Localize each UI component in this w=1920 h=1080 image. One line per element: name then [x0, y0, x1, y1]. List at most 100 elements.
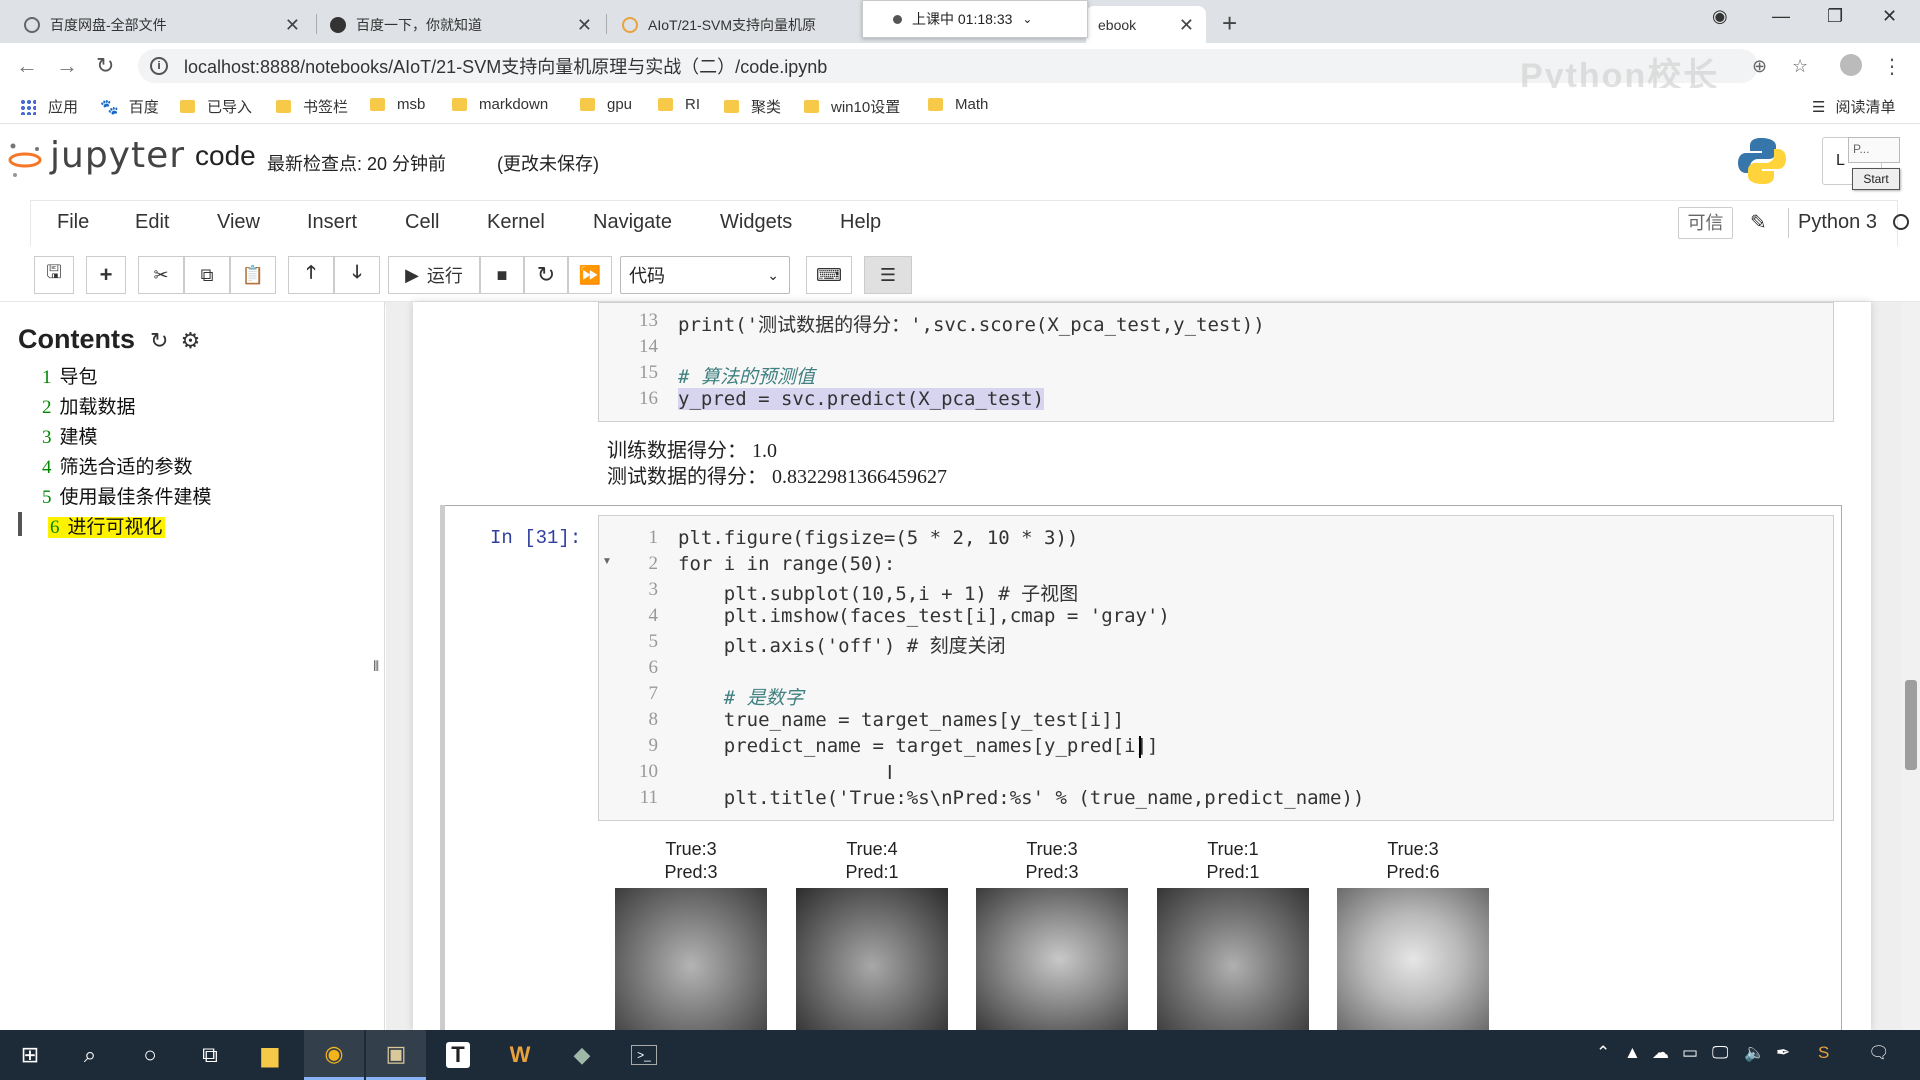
fold-arrow-icon[interactable]: ▼	[602, 556, 612, 567]
image-app-icon[interactable]: ▣	[366, 1030, 426, 1080]
run-button[interactable]: ▶ 运行	[388, 256, 480, 294]
start-button[interactable]: Start	[1852, 168, 1900, 190]
code-line-selected[interactable]: y_pred = svc.predict(X_pca_test)	[678, 388, 1045, 410]
tab-baidu[interactable]: 百度一下，你就知道 ✕	[318, 6, 604, 43]
battery-icon[interactable]: ▭	[1682, 1043, 1698, 1063]
url-field[interactable]: i localhost:8888/notebooks/AIoT/21-SVM支持…	[138, 49, 1758, 83]
star-icon[interactable]: ☆	[1792, 56, 1808, 77]
trusted-badge[interactable]: 可信	[1678, 207, 1733, 239]
command-palette-button[interactable]: ⌨	[806, 256, 852, 294]
zoom-icon[interactable]: ⊕	[1752, 56, 1767, 77]
network-icon[interactable]: 🖵	[1712, 1043, 1728, 1063]
site-info-icon[interactable]: i	[150, 57, 168, 75]
toc-item-visualize[interactable]: 6 进行可视化	[48, 512, 165, 539]
recording-status[interactable]: 上课中 01:18:33 ⌄	[862, 0, 1088, 38]
tab-ebook[interactable]: ebook ✕	[1086, 6, 1206, 43]
menu-insert[interactable]: Insert	[307, 211, 357, 234]
reload-button[interactable]: ↻	[96, 53, 114, 79]
bookmark-clustering[interactable]: 聚类	[724, 96, 781, 117]
code-line[interactable]: plt.subplot(10,5,i + 1) # 子视图	[678, 579, 1078, 606]
avatar[interactable]	[1840, 54, 1862, 76]
toc-toggle-button[interactable]: ☰	[864, 256, 912, 294]
move-down-button[interactable]: 🡓	[334, 256, 380, 294]
bookmark-baidu[interactable]: 🐾 百度	[100, 96, 159, 117]
sidebar-resize-handle[interactable]: ⦀	[373, 658, 379, 675]
menu-help[interactable]: Help	[840, 211, 881, 234]
kernel-name[interactable]: Python 3	[1798, 211, 1877, 234]
toc-item-best-model[interactable]: 5 使用最佳条件建模	[42, 482, 212, 509]
cell-type-select[interactable]: 代码 ⌄	[620, 256, 790, 294]
app-tray-icon[interactable]: S	[1818, 1043, 1829, 1063]
minimize-button[interactable]: —	[1772, 6, 1790, 27]
bookmark-apps[interactable]: 应用	[20, 96, 78, 117]
cut-button[interactable]: ✂	[138, 256, 184, 294]
more-menu-icon[interactable]: ⋮	[1882, 54, 1902, 79]
task-view-icon[interactable]: ⧉	[180, 1030, 240, 1080]
bookmark-msb[interactable]: msb	[370, 96, 425, 113]
close-icon[interactable]: ✕	[285, 15, 300, 36]
code-line[interactable]: for i in range(50):	[678, 553, 895, 575]
scrollbar-thumb[interactable]	[1905, 680, 1917, 770]
back-button[interactable]: ←	[16, 53, 38, 79]
bookmark-markdown[interactable]: markdown	[452, 96, 548, 113]
code-line[interactable]: true_name = target_names[y_test[i]]	[678, 709, 1124, 731]
menu-cell[interactable]: Cell	[405, 211, 439, 234]
restart-button[interactable]: ↻	[524, 256, 568, 294]
tab-search-icon[interactable]: ◉	[1712, 6, 1728, 27]
tab-baidu-pan[interactable]: 百度网盘-全部文件 ✕	[12, 6, 312, 43]
bookmark-bookmarks-bar[interactable]: 书签栏	[276, 96, 348, 117]
notebook-name[interactable]: code	[195, 140, 256, 172]
copy-button[interactable]: ⧉	[184, 256, 230, 294]
jupyter-logo-icon[interactable]	[8, 140, 42, 180]
bookmark-imported[interactable]: 已导入	[180, 96, 252, 117]
terminal-icon[interactable]: >_	[614, 1030, 674, 1080]
toc-item-import[interactable]: 1 导包	[42, 362, 98, 389]
forward-button[interactable]: →	[56, 53, 78, 79]
close-icon[interactable]: ✕	[577, 15, 592, 36]
close-icon[interactable]: ✕	[1179, 15, 1194, 36]
tab-jupyter-svm[interactable]: AIoT/21-SVM支持向量机原	[610, 6, 840, 43]
tray-expand-icon[interactable]: ⌃	[1596, 1043, 1610, 1063]
menu-edit[interactable]: Edit	[135, 211, 169, 234]
new-tab-button[interactable]: +	[1222, 8, 1237, 39]
menu-kernel[interactable]: Kernel	[487, 211, 545, 234]
windows-start-icon[interactable]: ⊞	[0, 1030, 60, 1080]
code-comment[interactable]: # 算法的预测值	[678, 362, 815, 389]
edit-pencil-icon[interactable]: ✎	[1750, 210, 1767, 235]
maximize-button[interactable]: ❐	[1827, 6, 1843, 27]
reading-list[interactable]: ☰ 阅读清单	[1812, 96, 1895, 117]
menu-view[interactable]: View	[217, 211, 260, 234]
code-comment[interactable]: # 是数字	[678, 683, 804, 710]
chrome-icon[interactable]: ◉	[304, 1030, 364, 1080]
move-up-button[interactable]: 🡑	[288, 256, 334, 294]
bookmark-ri[interactable]: RI	[658, 96, 700, 113]
menu-navigate[interactable]: Navigate	[593, 211, 672, 234]
volume-icon[interactable]: 🔈	[1744, 1043, 1765, 1063]
restart-run-all-button[interactable]: ⏩	[568, 256, 612, 294]
search-icon[interactable]: ⌕	[60, 1030, 120, 1080]
menu-widgets[interactable]: Widgets	[720, 211, 792, 234]
floating-widget[interactable]: P...	[1848, 137, 1900, 163]
code-line[interactable]: predict_name = target_names[y_pred[i]]	[678, 735, 1159, 757]
code-line[interactable]: plt.imshow(faces_test[i],cmap = 'gray')	[678, 605, 1170, 627]
chevron-down-icon[interactable]: ⌄	[1022, 12, 1032, 26]
bookmark-gpu[interactable]: gpu	[580, 96, 632, 113]
toc-item-select-params[interactable]: 4 筛选合适的参数	[42, 452, 193, 479]
vertical-scrollbar[interactable]	[1902, 302, 1920, 1030]
code-line[interactable]: plt.title('True:%s\nPred:%s' % (true_nam…	[678, 787, 1365, 809]
code-line[interactable]: plt.axis('off') # 刻度关闭	[678, 631, 1006, 658]
window-close-button[interactable]: ✕	[1882, 6, 1897, 27]
paste-button[interactable]: 📋	[230, 256, 276, 294]
typora-icon[interactable]: T	[428, 1030, 488, 1080]
tray-app-icon[interactable]: ▲	[1624, 1043, 1641, 1063]
insert-cell-button[interactable]: +	[86, 256, 126, 294]
code-line[interactable]: print('测试数据的得分：',svc.score(X_pca_test,y_…	[678, 310, 1265, 337]
app-cube-icon[interactable]: ◆	[552, 1030, 612, 1080]
wps-icon[interactable]: W	[490, 1030, 550, 1080]
toc-item-load-data[interactable]: 2 加载数据	[42, 392, 136, 419]
interrupt-button[interactable]: ■	[480, 256, 524, 294]
bookmark-math[interactable]: Math	[928, 96, 988, 113]
menu-file[interactable]: File	[57, 211, 89, 234]
bookmark-win10-settings[interactable]: win10设置	[804, 96, 900, 117]
jupyter-logo-text[interactable]: jupyter	[50, 135, 185, 176]
